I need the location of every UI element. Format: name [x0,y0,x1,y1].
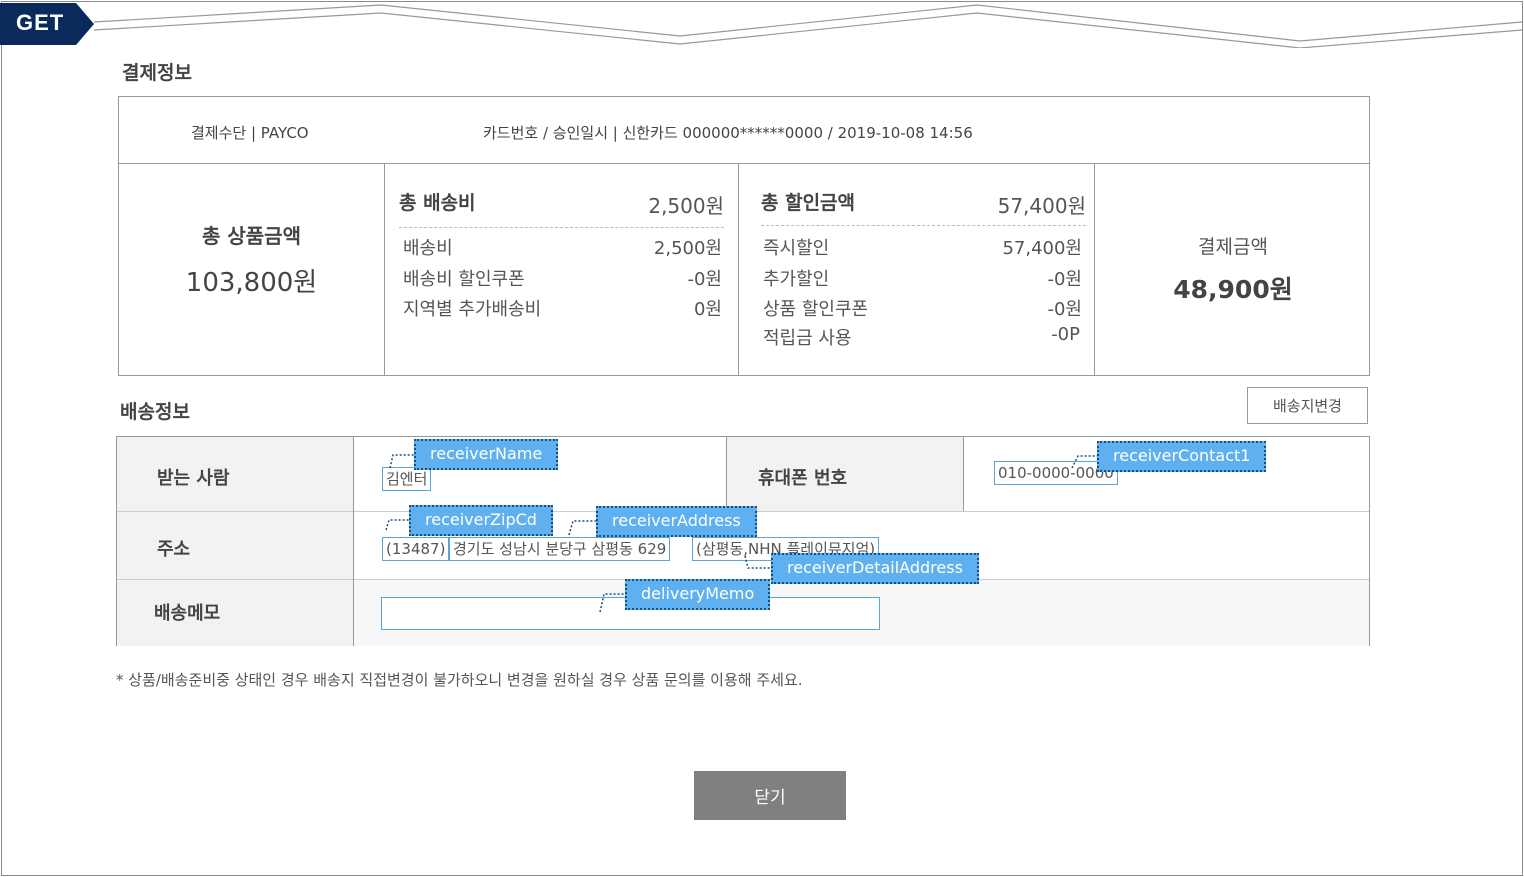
row-value: -0P [1051,324,1080,345]
total-product-value: 103,800원 [185,268,318,298]
receiver-zip-field[interactable]: (13487) [382,537,450,561]
payment-summary: 결제수단 | PAYCO 카드번호 / 승인일시 | 신한카드 000000**… [118,96,1370,376]
payment-header: 결제수단 | PAYCO 카드번호 / 승인일시 | 신한카드 000000**… [119,97,1369,164]
delivery-notice: * 상품/배송준비중 상태인 경우 배송지 직접변경이 불가하오니 변경을 원하… [116,671,803,689]
total-product-column: 총 상품금액 103,800원 [119,164,384,376]
shipping-total-value: 2,500원 [648,194,724,218]
address-label-cell: 주소 [117,511,353,579]
memo-label-cell: 배송메모 [117,579,353,646]
row-label: 즉시할인 [763,238,830,259]
row-value: 0원 [693,299,722,320]
discount-row: 즉시할인 57,400원 [763,234,1082,259]
row-label: 상품 할인쿠폰 [763,299,869,320]
row-label: 적립금 사용 [763,328,852,349]
shipping-column: 총 배송비 2,500원 배송비 2,500원 배송비 할인쿠폰 -0원 지역별… [384,164,738,376]
receiver-label-cell: 받는 사람 [117,437,353,511]
row-value: 57,400원 [1002,238,1082,259]
shipping-row: 지역별 추가배송비 0원 [403,295,722,320]
annotation-delivery-memo: deliveryMemo [625,579,771,610]
change-address-button[interactable]: 배송지변경 [1247,387,1368,424]
torn-edge-decoration [93,4,1523,48]
shipping-header: 총 배송비 2,500원 [399,186,724,228]
shipping-row: 배송비 할인쿠폰 -0원 [403,265,722,290]
column-divider [353,437,354,646]
discount-column: 총 할인금액 57,400원 즉시할인 57,400원 추가할인 -0원 상품 … [738,164,1094,376]
row-value: 2,500원 [653,238,722,259]
column-divider [963,437,964,511]
discount-row: 상품 할인쿠폰 -0원 [763,295,1082,320]
shipping-total-label: 총 배송비 [399,192,476,214]
row-label: 추가할인 [763,269,830,290]
row-value: -0원 [1047,299,1082,320]
discount-row: 추가할인 -0원 [763,265,1082,290]
address-label: 주소 [157,539,191,560]
final-amount-label: 결제금액 [1198,236,1268,258]
discount-header: 총 할인금액 57,400원 [761,186,1086,226]
row-value: -0원 [1047,269,1082,290]
final-amount-column: 결제금액 48,900원 [1094,164,1370,376]
final-amount-value: 48,900원 [1173,275,1293,304]
shipping-row: 배송비 2,500원 [403,234,722,259]
row-value: -0원 [687,269,722,290]
row-label: 배송비 할인쿠폰 [403,269,525,290]
column-divider [726,437,727,511]
discount-total-value: 57,400원 [997,194,1086,218]
discount-row: 적립금 사용 -0P [763,324,1080,349]
close-button[interactable]: 닫기 [694,771,846,820]
phone-label: 휴대폰 번호 [758,468,848,489]
phone-label-cell: 휴대폰 번호 [726,437,963,511]
payment-section-title: 결제정보 [122,62,192,84]
receiver-name-field[interactable]: 김엔터 [382,467,432,491]
annotation-receiver-contact: receiverContact1 [1097,441,1267,472]
card-info: 카드번호 / 승인일시 | 신한카드 000000******0000 / 20… [483,124,973,142]
row-label: 배송비 [403,238,453,259]
payment-method: 결제수단 | PAYCO [191,124,309,142]
annotation-receiver-zip: receiverZipCd [409,505,553,536]
annotation-receiver-address: receiverAddress [596,506,757,537]
delivery-section-title: 배송정보 [120,401,190,423]
discount-total-label: 총 할인금액 [761,192,856,214]
row-label: 지역별 추가배송비 [403,299,542,320]
total-product-label: 총 상품금액 [202,224,301,248]
annotation-receiver-name: receiverName [414,439,559,470]
receiver-label: 받는 사람 [157,468,230,489]
method-tag: GET [16,10,65,35]
annotation-receiver-detail-address: receiverDetailAddress [771,553,979,584]
receiver-address-field[interactable]: 경기도 성남시 분당구 삼평동 629 [449,537,671,561]
memo-label: 배송메모 [154,603,221,624]
